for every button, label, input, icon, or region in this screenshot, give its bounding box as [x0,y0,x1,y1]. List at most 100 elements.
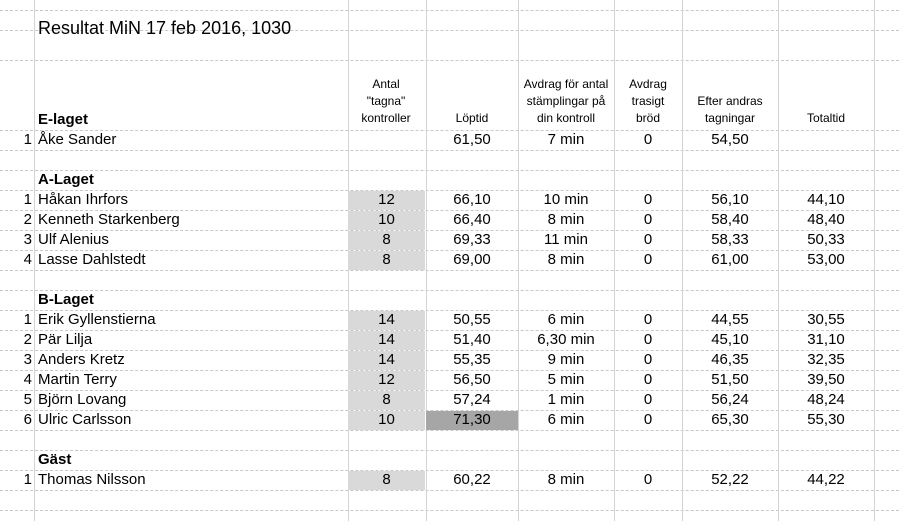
cell-brod[interactable]: 0 [614,210,682,230]
cell-efter[interactable]: 56,10 [682,190,778,210]
cell-rank[interactable]: 1 [0,190,32,210]
cell-kontroller[interactable]: 8 [348,470,425,490]
cell-rank[interactable]: 3 [0,230,32,250]
cell-avdrag[interactable]: 6,30 min [518,330,614,350]
cell-rank[interactable]: 6 [0,410,32,430]
cell-name[interactable]: Pär Lilja [38,330,344,350]
cell-loptid[interactable]: 66,40 [426,210,518,230]
cell-total[interactable]: 39,50 [778,370,874,390]
cell-total[interactable]: 32,35 [778,350,874,370]
cell-kontroller[interactable]: 8 [348,390,425,410]
cell-total[interactable]: 50,33 [778,230,874,250]
cell-loptid[interactable]: 60,22 [426,470,518,490]
cell-name[interactable]: Åke Sander [38,130,344,150]
cell-rank[interactable]: 2 [0,210,32,230]
cell-brod[interactable]: 0 [614,230,682,250]
cell-total[interactable]: 31,10 [778,330,874,350]
cell-efter[interactable]: 61,00 [682,250,778,270]
header-kontroller: Antal "tagna" kontroller [361,77,411,125]
cell-total[interactable]: 48,40 [778,210,874,230]
cell-efter[interactable]: 58,33 [682,230,778,250]
cell-kontroller[interactable]: 12 [348,370,425,390]
cell-name[interactable]: Björn Lovang [38,390,344,410]
cell-avdrag[interactable]: 11 min [518,230,614,250]
cell-loptid[interactable]: 69,00 [426,250,518,270]
cell-name[interactable]: Erik Gyllenstierna [38,310,344,330]
cell-efter[interactable]: 54,50 [682,130,778,150]
cell-kontroller[interactable]: 14 [348,330,425,350]
cell-kontroller[interactable]: 10 [348,210,425,230]
cell-brod[interactable]: 0 [614,470,682,490]
cell-brod[interactable]: 0 [614,370,682,390]
cell-efter[interactable]: 58,40 [682,210,778,230]
row-gridline [0,430,899,431]
cell-rank[interactable]: 4 [0,250,32,270]
cell-kontroller[interactable]: 14 [348,350,425,370]
cell-loptid[interactable]: 51,40 [426,330,518,350]
cell-total[interactable]: 55,30 [778,410,874,430]
cell-efter[interactable]: 56,24 [682,390,778,410]
cell-name[interactable]: Martin Terry [38,370,344,390]
cell-total[interactable]: 44,22 [778,470,874,490]
cell-name[interactable]: Thomas Nilsson [38,470,344,490]
cell-rank[interactable]: 1 [0,310,32,330]
cell-name[interactable]: Ulric Carlsson [38,410,344,430]
cell-avdrag[interactable]: 6 min [518,410,614,430]
cell-name[interactable]: Lasse Dahlstedt [38,250,344,270]
row-gridline [0,450,899,451]
cell-rank[interactable]: 3 [0,350,32,370]
cell-efter[interactable]: 45,10 [682,330,778,350]
cell-brod[interactable]: 0 [614,190,682,210]
cell-avdrag[interactable]: 8 min [518,210,614,230]
cell-avdrag[interactable]: 7 min [518,130,614,150]
cell-rank[interactable]: 2 [0,330,32,350]
cell-efter[interactable]: 51,50 [682,370,778,390]
header-avdrag-brod: Avdrag trasigt bröd [629,77,667,125]
cell-kontroller[interactable]: 12 [348,190,425,210]
cell-rank[interactable]: 1 [0,470,32,490]
cell-efter[interactable]: 44,55 [682,310,778,330]
cell-loptid[interactable]: 61,50 [426,130,518,150]
cell-efter[interactable]: 46,35 [682,350,778,370]
cell-name[interactable]: Ulf Alenius [38,230,344,250]
cell-total[interactable]: 44,10 [778,190,874,210]
cell-loptid[interactable]: 71,30 [426,410,518,430]
cell-total[interactable]: 30,55 [778,310,874,330]
cell-loptid[interactable]: 55,35 [426,350,518,370]
row-gridline [0,150,899,151]
cell-kontroller[interactable]: 8 [348,230,425,250]
cell-brod[interactable]: 0 [614,310,682,330]
cell-name[interactable]: Anders Kretz [38,350,344,370]
cell-loptid[interactable]: 56,50 [426,370,518,390]
cell-loptid[interactable]: 69,33 [426,230,518,250]
cell-brod[interactable]: 0 [614,130,682,150]
cell-total[interactable]: 48,24 [778,390,874,410]
cell-avdrag[interactable]: 9 min [518,350,614,370]
cell-loptid[interactable]: 66,10 [426,190,518,210]
cell-kontroller[interactable]: 8 [348,250,425,270]
cell-brod[interactable]: 0 [614,350,682,370]
cell-avdrag[interactable]: 10 min [518,190,614,210]
cell-avdrag[interactable]: 1 min [518,390,614,410]
cell-kontroller[interactable]: 10 [348,410,425,430]
cell-efter[interactable]: 65,30 [682,410,778,430]
cell-avdrag[interactable]: 5 min [518,370,614,390]
row-gridline [0,60,899,61]
cell-brod[interactable]: 0 [614,250,682,270]
cell-avdrag[interactable]: 8 min [518,250,614,270]
cell-brod[interactable]: 0 [614,410,682,430]
cell-avdrag[interactable]: 8 min [518,470,614,490]
cell-brod[interactable]: 0 [614,390,682,410]
cell-loptid[interactable]: 57,24 [426,390,518,410]
cell-rank[interactable]: 1 [0,130,32,150]
cell-total[interactable]: 53,00 [778,250,874,270]
cell-rank[interactable]: 4 [0,370,32,390]
cell-avdrag[interactable]: 6 min [518,310,614,330]
cell-name[interactable]: Kenneth Starkenberg [38,210,344,230]
cell-brod[interactable]: 0 [614,330,682,350]
cell-kontroller[interactable]: 14 [348,310,425,330]
cell-rank[interactable]: 5 [0,390,32,410]
cell-efter[interactable]: 52,22 [682,470,778,490]
cell-name[interactable]: Håkan Ihrfors [38,190,344,210]
cell-loptid[interactable]: 50,55 [426,310,518,330]
